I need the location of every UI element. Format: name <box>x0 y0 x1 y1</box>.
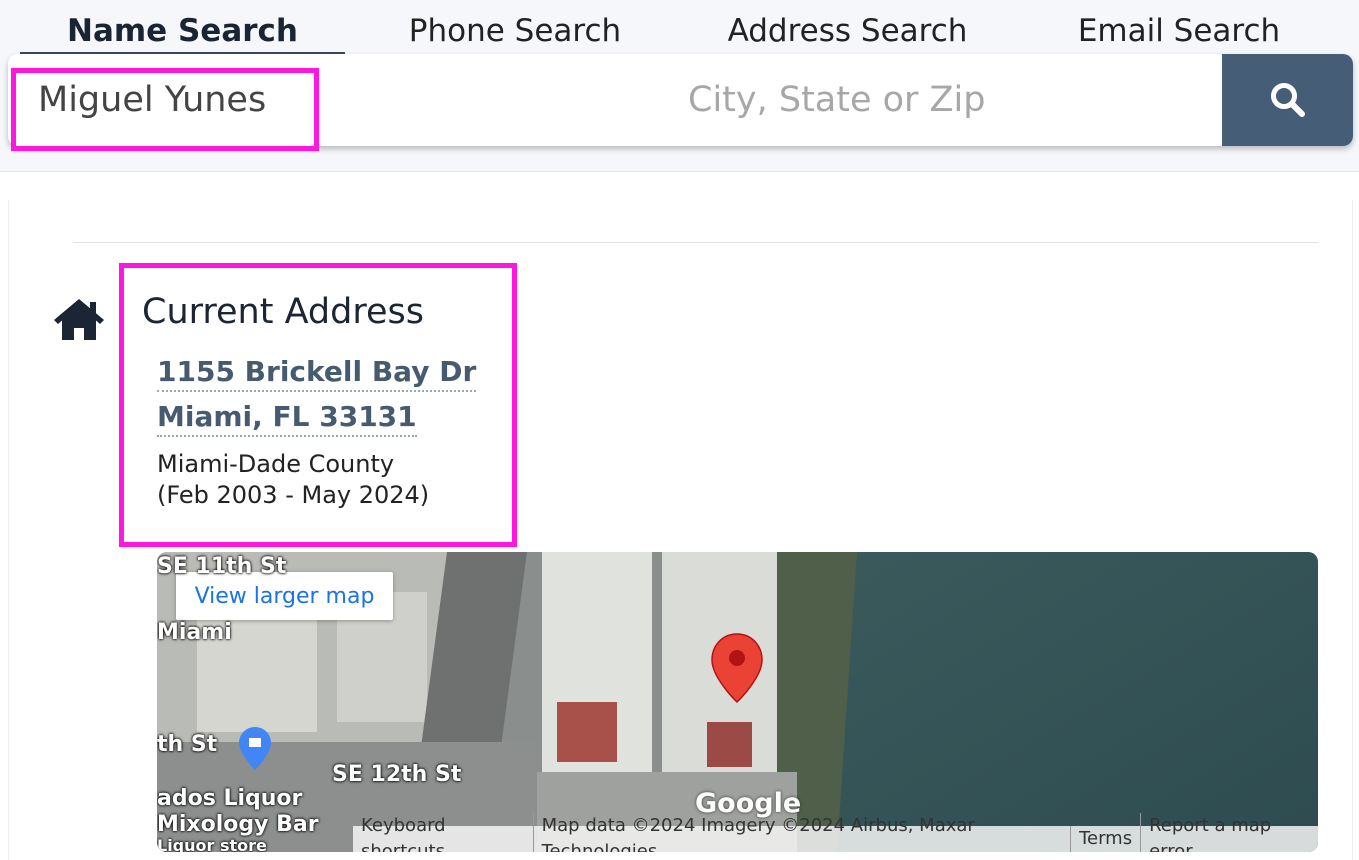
map-label-street: th St <box>157 732 218 757</box>
report-map-error-link[interactable]: Report a map error <box>1140 813 1318 852</box>
keyboard-shortcuts-link[interactable]: Keyboard shortcuts <box>353 813 533 852</box>
search-tabs: Name Search Phone Search Address Search … <box>0 0 1359 54</box>
tab-phone-search[interactable]: Phone Search <box>380 10 650 54</box>
map-attribution-bar: Keyboard shortcuts Map data ©2024 Imager… <box>353 813 1318 852</box>
home-icon <box>54 299 104 340</box>
map-label-street: SE 11th St <box>157 554 287 579</box>
tab-name-search[interactable]: Name Search <box>20 10 345 54</box>
map-label-business: ados Liquor <box>157 786 303 811</box>
terms-link[interactable]: Terms <box>1070 826 1140 852</box>
tab-address-search[interactable]: Address Search <box>700 10 995 54</box>
name-highlight-box <box>11 68 319 151</box>
map-label-city: Miami <box>157 620 232 645</box>
search-icon <box>1270 83 1305 117</box>
section-divider <box>73 242 1318 243</box>
map-label-business: Mixology Bar <box>157 812 319 837</box>
address-highlight-box <box>119 263 517 547</box>
location-input[interactable] <box>688 74 1188 126</box>
tab-email-search[interactable]: Email Search <box>1045 10 1313 54</box>
map-label-street: SE 12th St <box>332 762 462 787</box>
map-embed[interactable]: View larger map SE 11th St Miami th St S… <box>157 552 1318 852</box>
map-label-business: Liquor store <box>157 836 267 852</box>
search-button[interactable] <box>1222 54 1353 146</box>
map-data-attribution: Map data ©2024 Imagery ©2024 Airbus, Max… <box>532 813 1070 852</box>
view-larger-map-button[interactable]: View larger map <box>176 572 393 620</box>
search-area: Name Search Phone Search Address Search … <box>0 0 1359 172</box>
